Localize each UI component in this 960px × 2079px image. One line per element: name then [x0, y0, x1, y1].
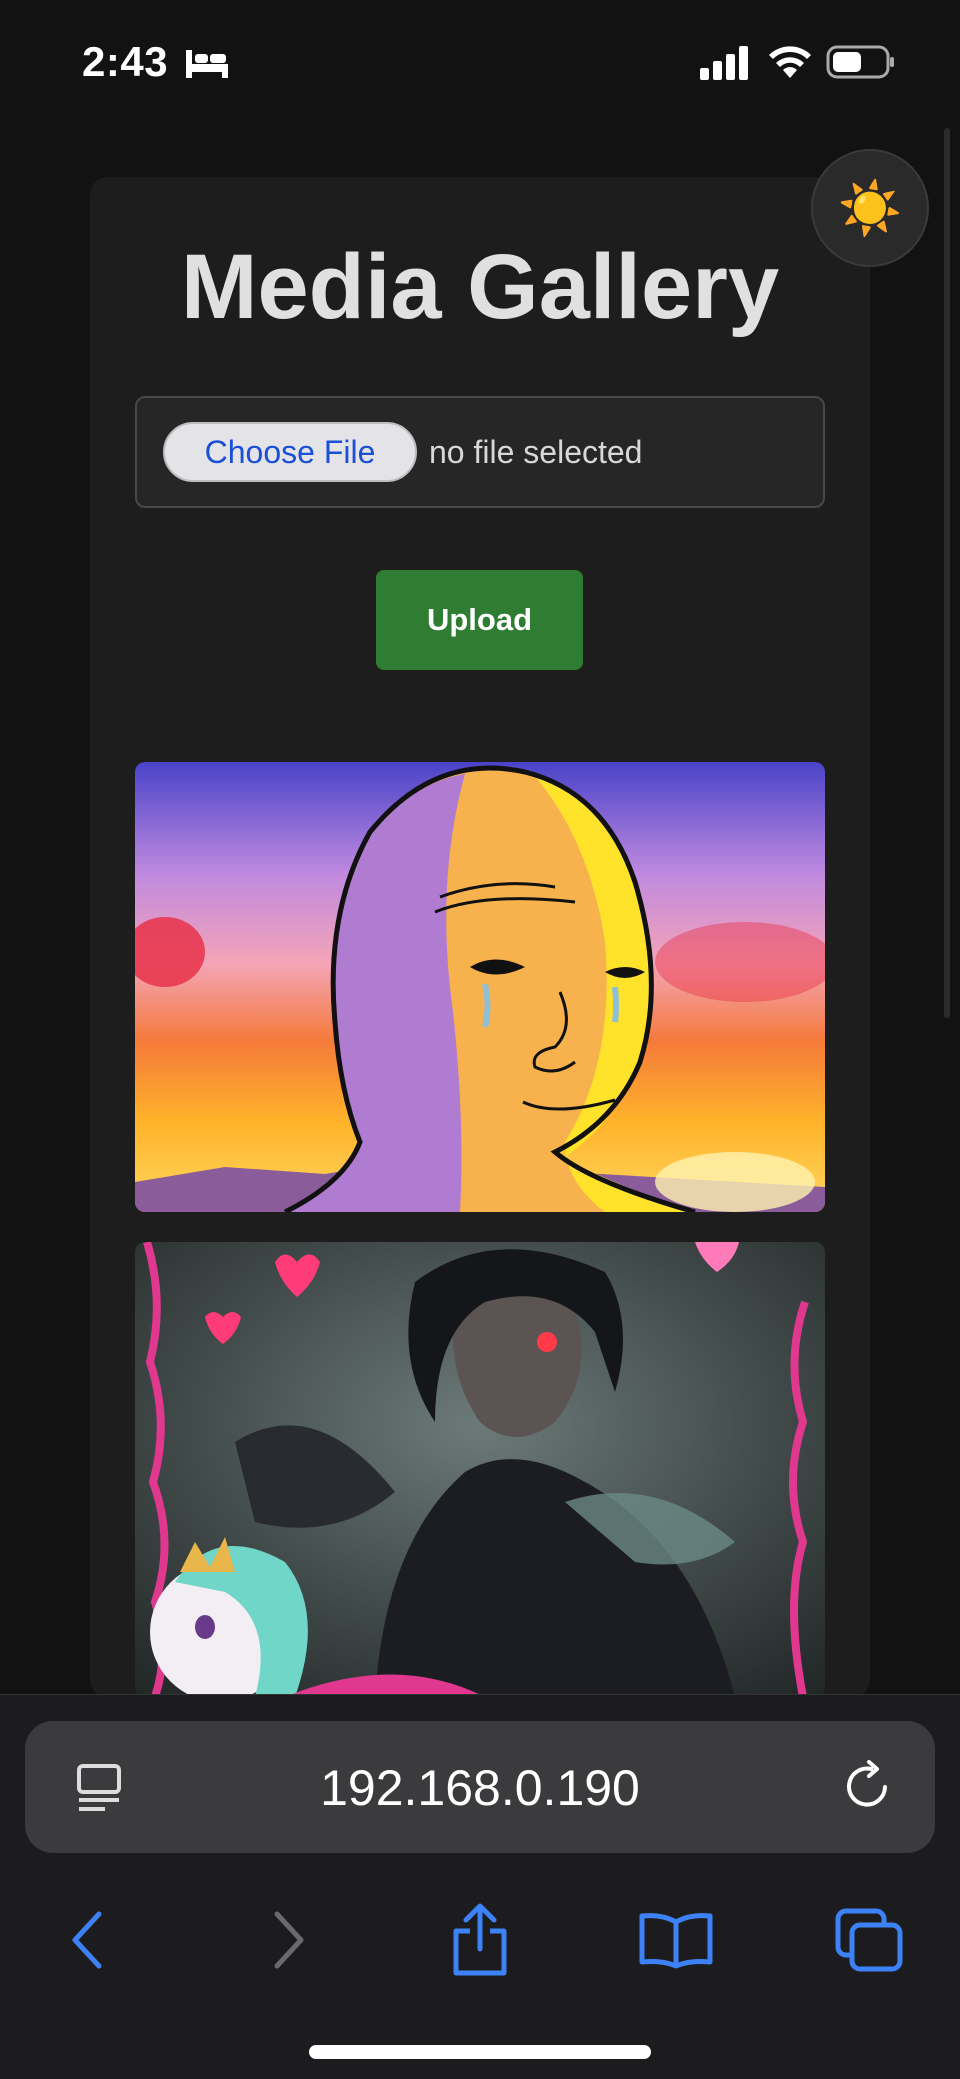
share-icon [453, 1903, 507, 1976]
file-input[interactable]: Choose File no file selected [135, 396, 825, 508]
bed-icon [186, 50, 228, 78]
back-button[interactable] [42, 1895, 132, 1985]
address-text[interactable]: 192.168.0.190 [25, 1759, 935, 1817]
upload-button[interactable]: Upload [376, 570, 583, 670]
navigation-row [0, 1895, 960, 1985]
page-scrollbar[interactable] [944, 128, 950, 1018]
bookmarks-button[interactable] [631, 1895, 721, 1985]
battery-icon [826, 45, 894, 79]
tabs-button[interactable] [824, 1895, 914, 1985]
gallery-image[interactable] [135, 762, 825, 1212]
gallery-card: Media Gallery Choose File no file select… [90, 177, 870, 1697]
dark-character-image [135, 1242, 825, 1697]
page-title: Media Gallery [180, 236, 780, 338]
signal-icon [700, 46, 748, 80]
tabs-icon [835, 1908, 903, 1972]
choose-file-button[interactable]: Choose File [163, 422, 417, 482]
gallery-image[interactable] [135, 1242, 825, 1697]
forward-button[interactable] [244, 1895, 334, 1985]
reload-icon[interactable] [841, 1759, 897, 1815]
address-bar[interactable]: 192.168.0.190 [25, 1721, 935, 1853]
browser-toolbar: 192.168.0.190 [0, 1694, 960, 2079]
theme-toggle-button[interactable]: ☀️ [811, 149, 929, 267]
sun-icon: ☀️ [837, 179, 903, 238]
back-icon [72, 1911, 102, 1969]
bookmarks-icon [639, 1913, 713, 1969]
forward-icon [274, 1911, 304, 1969]
wifi-icon [769, 46, 811, 78]
status-time: 2:43 [82, 38, 169, 85]
home-indicator[interactable] [309, 2045, 651, 2059]
sunset-face-image [135, 762, 825, 1212]
share-button[interactable] [435, 1895, 525, 1985]
file-status-text: no file selected [429, 433, 643, 470]
status-bar: 2:43 [0, 0, 960, 120]
